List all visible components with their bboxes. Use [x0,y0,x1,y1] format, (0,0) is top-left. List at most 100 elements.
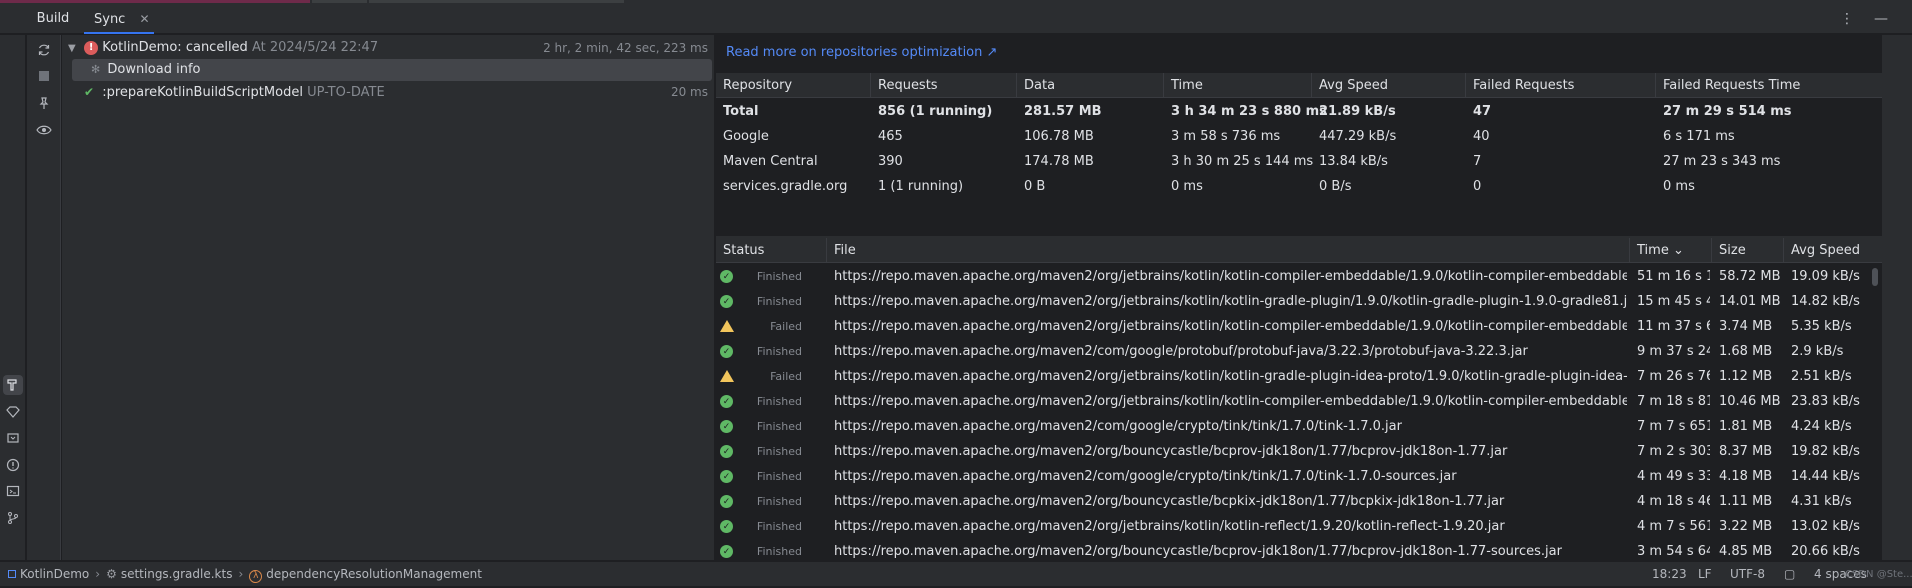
problems-icon[interactable] [3,455,23,475]
watermark: CSDN @Ste... [1845,569,1912,580]
column-header[interactable]: Failed Requests [1466,73,1656,98]
cell: 40 [1473,129,1490,144]
table-row[interactable]: ✓ Finished https://repo.maven.apache.org/m… [716,339,1882,364]
status-text: Finished [756,520,802,533]
eye-settings-icon[interactable] [34,120,54,140]
download-time: 3 m 54 s 64 [1637,544,1710,559]
pin-icon[interactable] [34,93,54,113]
terminal-icon[interactable] [3,481,23,501]
column-header[interactable]: Repository [716,73,871,98]
cell: 174.78 MB [1024,154,1094,169]
warning-icon [720,370,734,382]
success-icon: ✓ [720,270,733,283]
status-text: Finished [756,345,802,358]
column-header[interactable]: Time [1164,73,1312,98]
table-row[interactable]: ✓ Finished https://repo.maven.apache.org/m… [716,514,1882,539]
cell: 281.57 MB [1024,104,1102,119]
table-row[interactable]: ✓ Finished https://repo.maven.apache.org/m… [716,489,1882,514]
resync-icon[interactable] [34,40,54,60]
read-more-link[interactable]: Read more on repositories optimization ↗ [726,45,997,60]
chevron-down-icon[interactable]: ▼ [68,38,80,60]
table-row[interactable]: ✓ Finished https://repo.maven.apache.org/m… [716,439,1882,464]
git-branch-icon[interactable] [3,508,23,528]
file-url: https://repo.maven.apache.org/maven2/org… [834,369,1627,384]
success-icon: ✓ [720,420,733,433]
column-header-avg-speed[interactable]: Avg Speed [1784,238,1882,263]
speech-bubble-icon[interactable]: ▢ [1784,562,1795,587]
table-row[interactable]: ✓ Finished https://repo.maven.apache.org/m… [716,464,1882,489]
stop-icon[interactable] [34,66,54,86]
tree-download-info-row[interactable]: ✻ Download info [72,59,712,81]
caret-position[interactable]: 18:23 [1652,562,1687,587]
cell: 1 (1 running) [878,179,964,194]
file-url: https://repo.maven.apache.org/maven2/com… [834,344,1528,359]
editor-tab-indicator [0,0,310,3]
services-icon[interactable] [3,428,23,448]
tree-root-row[interactable]: ▼ ! KotlinDemo: cancelled At 2024/5/24 2… [62,37,714,59]
active-tab-underline [84,32,154,34]
column-header-status[interactable]: Status [716,238,827,263]
avg-speed: 20.66 kB/s [1791,544,1860,559]
breadcrumb: KotlinDemo › ⚙ settings.gradle.kts › λ depende… [8,562,482,587]
breadcrumb-file[interactable]: settings.gradle.kts [121,567,233,581]
column-header[interactable]: Avg Speed [1312,73,1466,98]
spinner-icon: ✻ [91,63,101,76]
table-row[interactable]: ✓ Finished https://repo.maven.apache.org/m… [716,264,1882,289]
column-header[interactable]: Requests [871,73,1017,98]
table-row[interactable]: ✓ Finished https://repo.maven.apache.org/m… [716,389,1882,414]
download-time: 4 m 18 s 46 [1637,494,1710,509]
editor-tab-indicator [312,0,367,3]
cell: 6 s 171 ms [1663,129,1735,144]
check-icon: ✔ [84,85,95,99]
close-icon[interactable]: ✕ [139,12,149,26]
table-row[interactable]: ✓ Finished https://repo.maven.apache.org/m… [716,539,1882,560]
cell: Maven Central [723,154,818,169]
task-state: UP-TO-DATE [307,85,385,100]
tab-build[interactable]: Build [28,4,78,34]
cell: 3 h 34 m 23 s 880 ms [1171,104,1327,119]
error-icon: ! [84,40,99,55]
table-row[interactable]: ✓ Finished https://repo.maven.apache.org/m… [716,289,1882,314]
table-row[interactable]: services.gradle.org 1 (1 running) 0 B 0 … [716,174,1882,199]
column-header[interactable]: Data [1017,73,1164,98]
column-header-size[interactable]: Size [1712,238,1784,263]
file-encoding[interactable]: UTF-8 [1730,562,1765,587]
tab-sync[interactable]: Sync ✕ [84,4,154,34]
root-duration: 2 hr, 2 min, 42 sec, 223 ms [543,41,708,55]
file-size: 3.74 MB [1719,319,1773,334]
table-row[interactable]: Failed https://repo.maven.apache.org/mave… [716,364,1882,389]
line-separator[interactable]: LF [1698,562,1712,587]
file-url: https://repo.maven.apache.org/maven2/org… [834,544,1562,559]
repository-table-header: Repository Requests Data Time Avg Speed … [716,73,1882,98]
vertical-scrollbar[interactable] [1872,268,1878,286]
column-header-time[interactable]: Time ⌄ [1630,238,1712,263]
file-size: 58.72 MB [1719,269,1781,284]
sync-tree: ▼ ! KotlinDemo: cancelled At 2024/5/24 2… [62,35,715,560]
status-text: Finished [756,270,802,283]
table-row[interactable]: Failed https://repo.maven.apache.org/mave… [716,314,1882,339]
more-options-icon[interactable]: ⋮ [1840,11,1854,27]
status-text: Finished [756,395,802,408]
cell: 0 ms [1171,179,1203,194]
build-hammer-icon[interactable] [3,375,23,395]
tab-sync-label: Sync [94,12,126,27]
minimize-icon[interactable]: — [1874,11,1888,27]
column-header[interactable]: Failed Requests Time [1656,73,1882,98]
table-row[interactable]: ✓ Finished https://repo.maven.apache.org/m… [716,414,1882,439]
download-time: 11 m 37 s 69 [1637,319,1710,334]
table-row[interactable]: Google 465 106.78 MB 3 m 58 s 736 ms 447… [716,124,1882,149]
column-header-file[interactable]: File [827,238,1630,263]
status-text: Finished [756,420,802,433]
table-row[interactable]: Total 856 (1 running) 281.57 MB 3 h 34 m… [716,99,1882,124]
cell: 21.89 kB/s [1319,104,1396,119]
gem-icon[interactable] [3,402,23,422]
status-text: Finished [756,445,802,458]
avg-speed: 19.09 kB/s [1791,269,1860,284]
download-info-panel: Read more on repositories optimization ↗… [716,35,1882,560]
editor-tab-indicator [369,0,624,3]
tree-task-row[interactable]: ✔ :prepareKotlinBuildScriptModel UP-TO-D… [62,81,714,103]
breadcrumb-symbol[interactable]: dependencyResolutionManagement [266,567,482,581]
right-tool-stripe [1882,35,1912,560]
breadcrumb-project[interactable]: KotlinDemo [20,567,89,581]
table-row[interactable]: Maven Central 390 174.78 MB 3 h 30 m 25 … [716,149,1882,174]
